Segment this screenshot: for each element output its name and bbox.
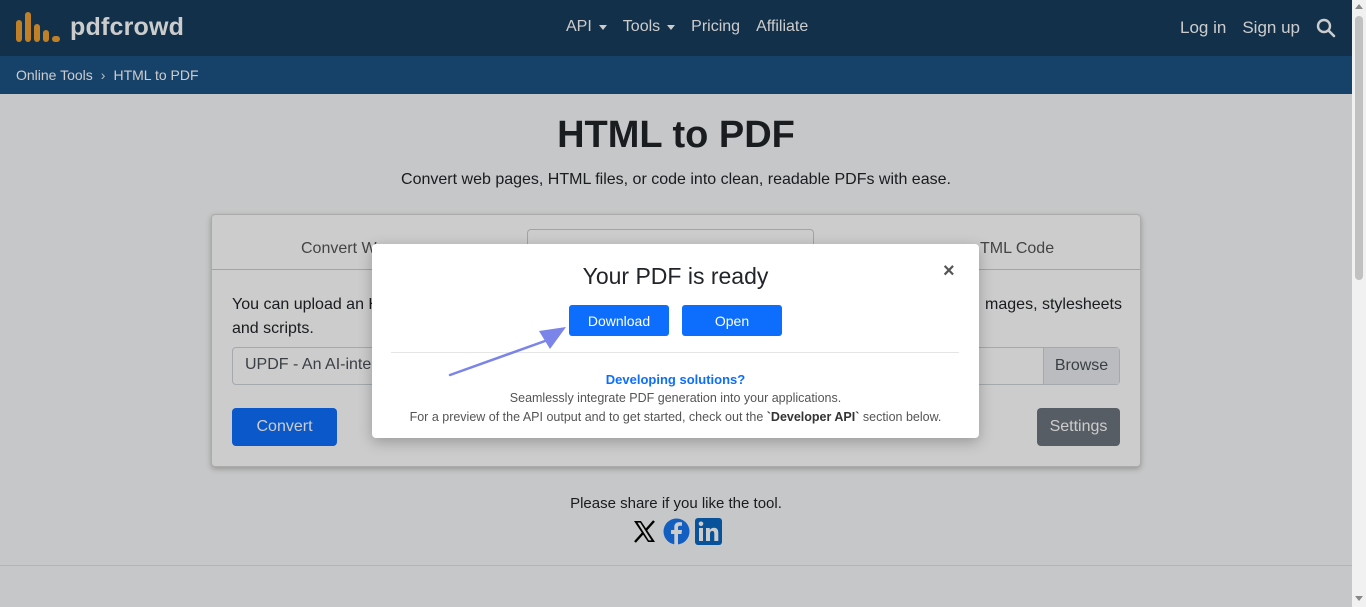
page-scrollbar[interactable] [1352, 0, 1366, 607]
modal-api-text: For a preview of the API output and to g… [372, 410, 979, 424]
modal-info-text: Seamlessly integrate PDF generation into… [509, 391, 842, 405]
scroll-down-arrow-icon[interactable] [1355, 596, 1363, 601]
scroll-up-arrow-icon[interactable] [1355, 4, 1363, 9]
scrollbar-thumb[interactable] [1355, 16, 1363, 280]
modal-api-text-end: section below. [859, 410, 942, 424]
pointer-arrow-icon [448, 327, 566, 377]
download-button[interactable]: Download [569, 305, 669, 336]
developer-api-label: `Developer API` [766, 410, 860, 424]
modal-title: Your PDF is ready [582, 263, 769, 289]
modal-api-text-start: For a preview of the API output and to g… [409, 410, 767, 424]
close-icon[interactable]: × [943, 261, 955, 281]
open-button[interactable]: Open [682, 305, 782, 336]
